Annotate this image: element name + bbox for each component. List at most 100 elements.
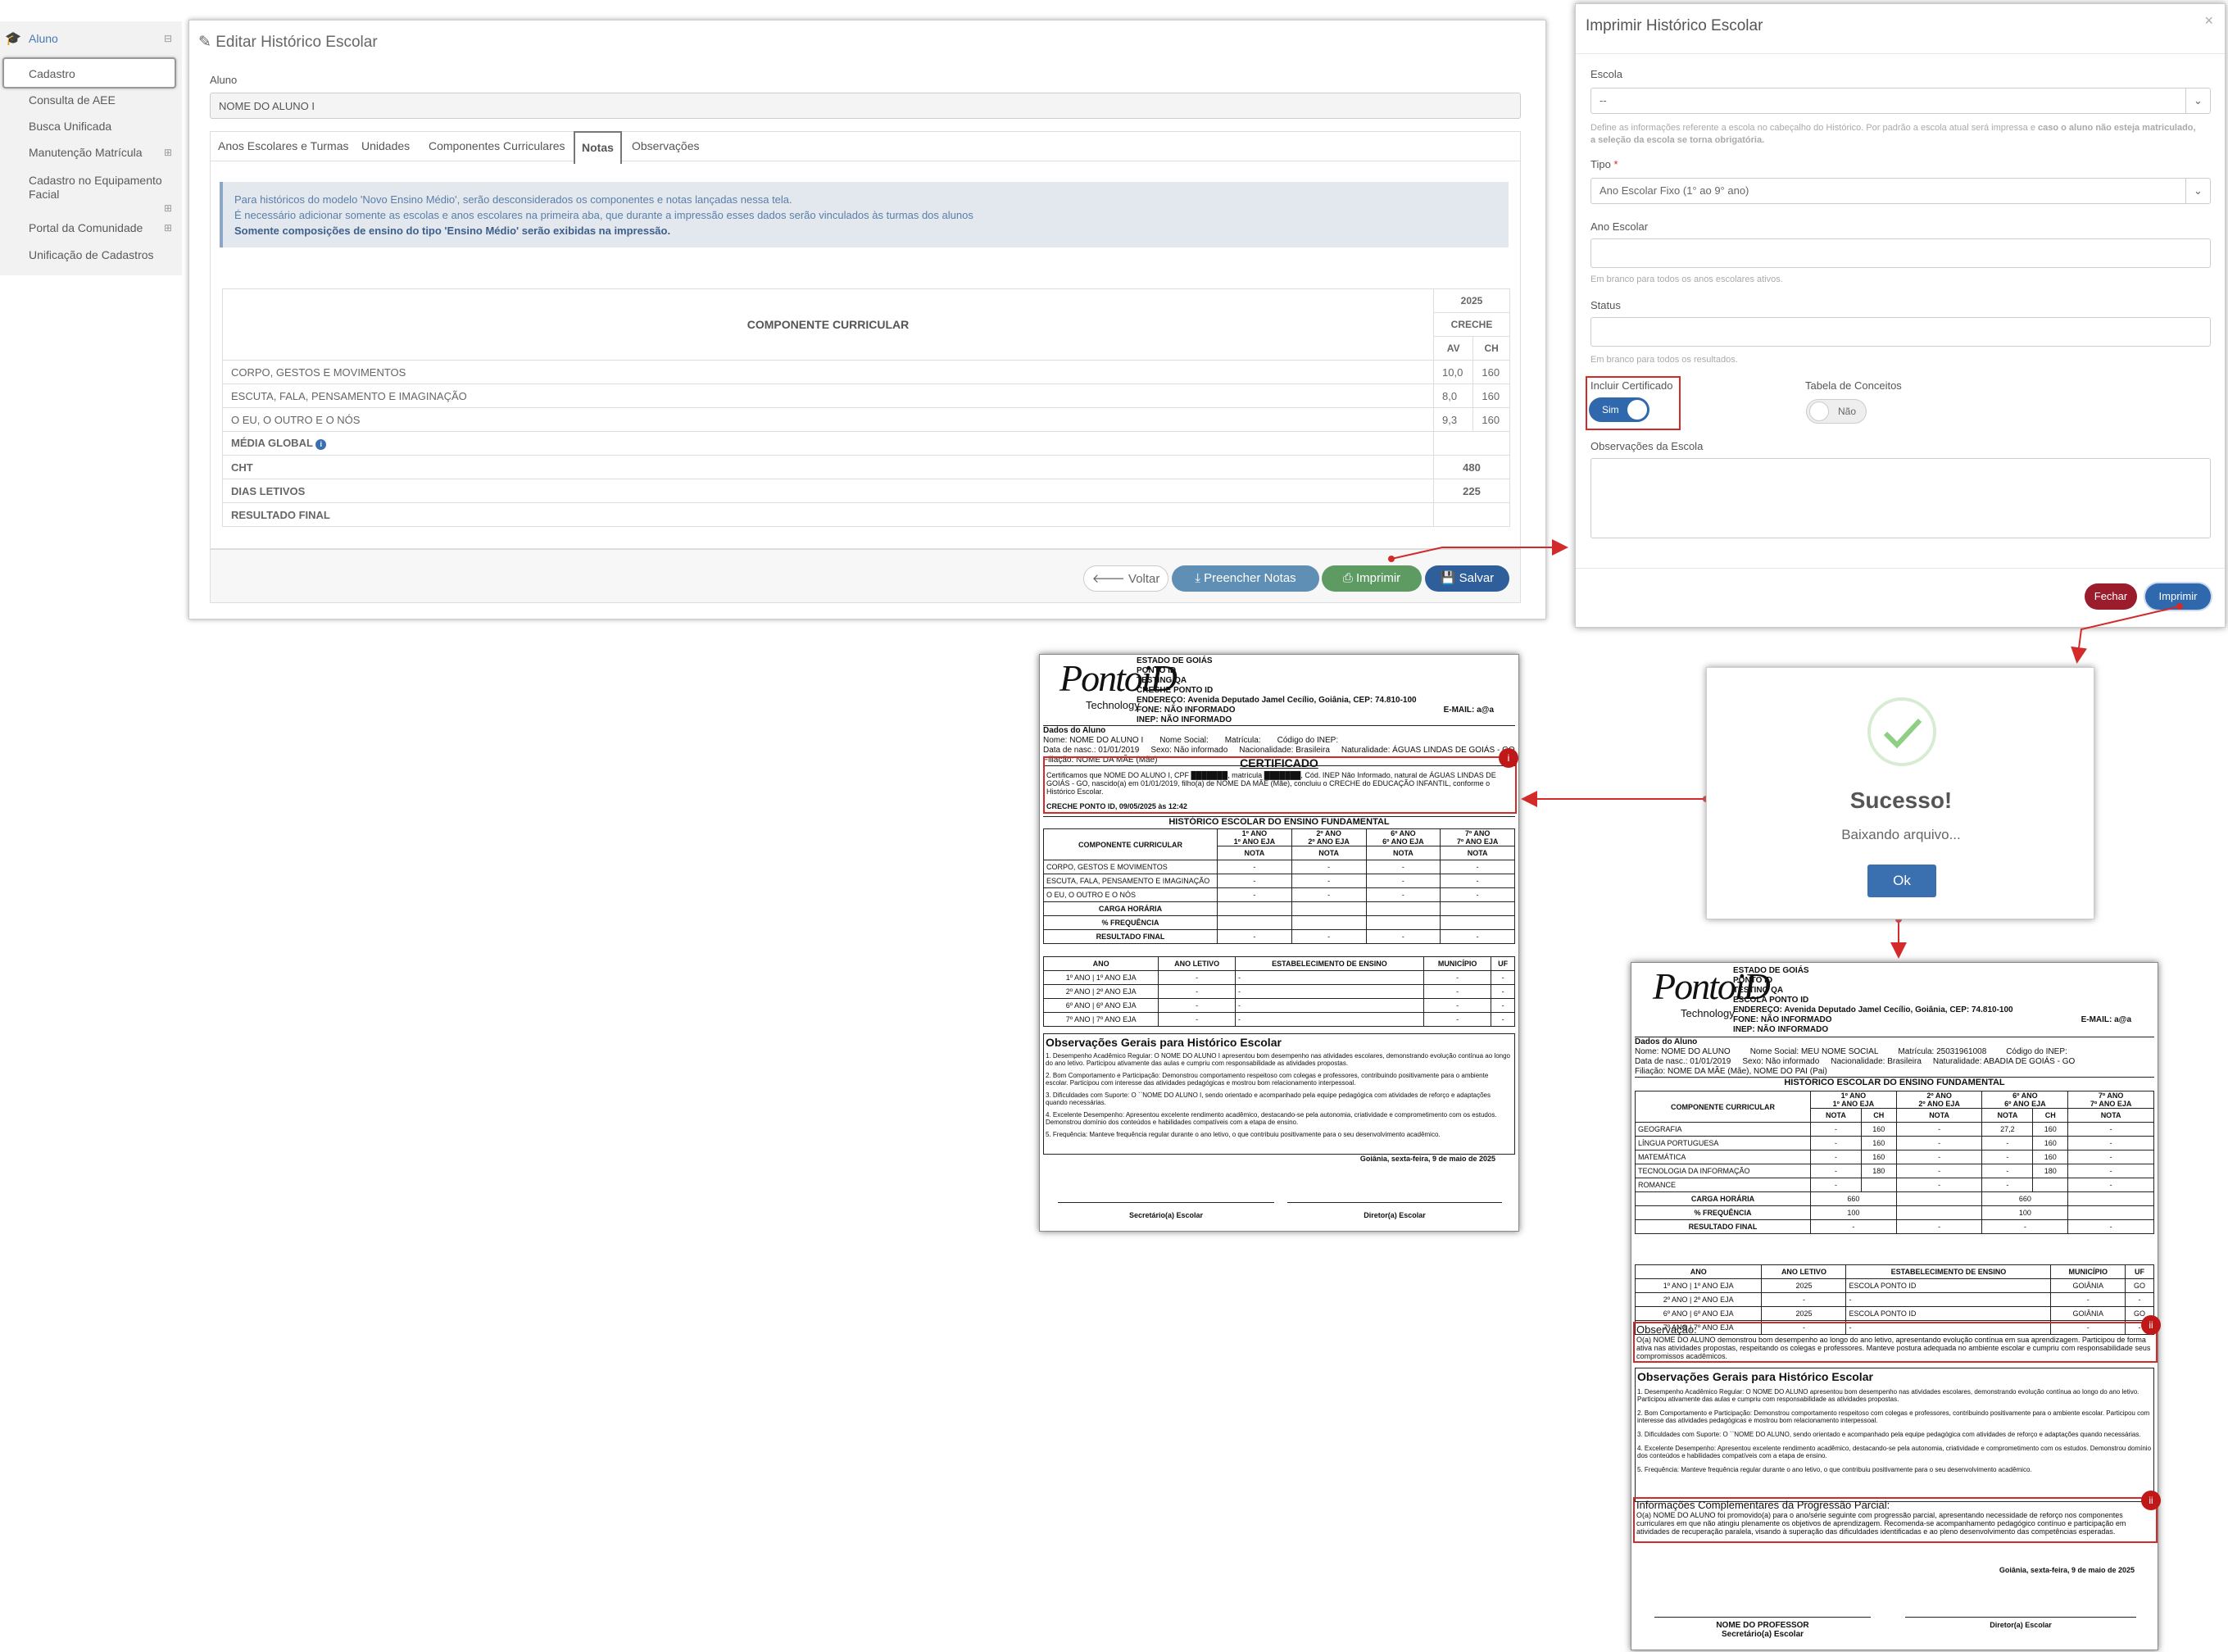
- header-line: INEP: NÃO INFORMADO: [1137, 715, 1232, 724]
- obs-item: 3. Dificuldades com Suporte: O ``NOME DO…: [1637, 1431, 2141, 1438]
- sig-professor: NOME DO PROFESSOR Secretário(a) Escolar: [1654, 1617, 1871, 1639]
- sig-secretario: Secretário(a) Escolar: [1058, 1202, 1274, 1219]
- cell: 660: [1981, 1191, 2069, 1206]
- table-row: MATEMÁTICA -160- -160-: [1635, 1150, 2154, 1164]
- cell: -: [1895, 1150, 1983, 1164]
- ano-cell: 6º ANO | 6º ANO EJA: [1634, 1306, 1763, 1321]
- cell: [2032, 1178, 2069, 1192]
- ch-header: CH: [1860, 1108, 1897, 1123]
- header-line: ESTADO DE GOIÁS: [1733, 966, 1809, 975]
- ano-cell: 1º ANO | 1º ANO EJA: [1634, 1278, 1763, 1293]
- cell: -: [2067, 1122, 2154, 1137]
- cell: -: [1158, 1012, 1236, 1027]
- cell: 27,2: [1981, 1122, 2034, 1137]
- col-header: 2º ANO 2º ANO EJA: [1895, 1091, 1983, 1109]
- cell: -: [2067, 1136, 2154, 1150]
- cell: [1895, 1205, 1983, 1220]
- cell: 160: [1860, 1136, 1897, 1150]
- cell: 100: [1981, 1205, 2069, 1220]
- cell: -: [1234, 998, 1424, 1013]
- anos-header: ANO LETIVO: [1761, 1264, 1847, 1279]
- doc2-hist-table: COMPONENTE CURRICULAR 1º ANO 1º ANO EJA 2º…: [1635, 1091, 2154, 1234]
- school-header: ESTADO DE GOIÁS PONTO ID TESTING QA ESCOLA …: [1733, 966, 2151, 1035]
- nota-header: NOTA: [1217, 846, 1292, 860]
- cell: -: [1423, 970, 1492, 985]
- dados-field: Código do INEP:: [2006, 1047, 2067, 1056]
- dados-field: Nacionalidade: Brasileira: [1831, 1057, 1922, 1066]
- cell: -: [1365, 874, 1441, 888]
- school-header: ESTADO DE GOIÁS PONTO ID TESTING QA CRECHE …: [1137, 656, 1513, 725]
- cell: -: [1291, 860, 1367, 874]
- cell: -: [1810, 1164, 1862, 1178]
- anos-header: MUNICÍPIO: [1423, 956, 1492, 971]
- cell: -: [1491, 970, 1515, 985]
- cell: 160: [1860, 1122, 1897, 1137]
- anos-header: UF: [2125, 1264, 2154, 1279]
- cell: -: [1440, 887, 1515, 902]
- cell: -: [1365, 929, 1441, 944]
- row-name: TECNOLOGIA DA INFORMAÇÃO: [1635, 1164, 1811, 1178]
- cell: -: [1895, 1122, 1983, 1137]
- doc2-progressao: Informações Complementares da Progressão…: [1636, 1499, 2153, 1536]
- cell: -: [1234, 984, 1424, 999]
- badge-i: i: [1499, 748, 1518, 768]
- cell: -: [1234, 970, 1424, 985]
- dados-field: Nome Social:: [1159, 736, 1209, 745]
- cell: -: [1440, 860, 1515, 874]
- header-line: ESCOLA PONTO ID: [1733, 996, 1809, 1005]
- table-row: TECNOLOGIA DA INFORMAÇÃO -180- -180-: [1635, 1164, 2154, 1178]
- cert-text: Certificamos que NOME DO ALUNO I, CPF ██…: [1046, 771, 1496, 796]
- table-row: LÍNGUA PORTUGUESA -160- -160-: [1635, 1136, 2154, 1150]
- check-circle-icon: [1867, 697, 1936, 766]
- dados-field: Data de nasc.: 01/01/2019: [1635, 1057, 1731, 1066]
- col-header: 1º ANO 1º ANO EJA: [1810, 1091, 1897, 1109]
- ano-cell: 2º ANO | 2º ANO EJA: [1634, 1292, 1763, 1307]
- header-line: ENDEREÇO: Avenida Deputado Jamel Cecílio…: [1137, 696, 1417, 705]
- cert-title: CERTIFICADO: [1240, 756, 1318, 769]
- obs-title: Observações Gerais para Histórico Escola…: [1046, 1036, 1282, 1049]
- cell: -: [1217, 929, 1292, 944]
- cell: -: [1981, 1178, 2034, 1192]
- dados-field: Nome: NOME DO ALUNO: [1635, 1047, 1731, 1056]
- col-header: 7º ANO 7º ANO EJA: [1440, 828, 1515, 846]
- nota-header: NOTA: [1291, 846, 1367, 860]
- dados-field: Naturalidade: ABADIA DE GOIÁS - GO: [1932, 1057, 2076, 1066]
- doc2-obs-box: Observações Gerais para Histórico Escola…: [1635, 1368, 2154, 1502]
- ano-cell: 1º ANO | 1º ANO EJA: [1042, 970, 1159, 985]
- cell: -: [1491, 998, 1515, 1013]
- col-header: 7º ANO 7º ANO EJA: [2067, 1091, 2154, 1109]
- progressao-text: O(a) NOME DO ALUNO foi promovido(a) para…: [1636, 1511, 2126, 1536]
- dados-field: Naturalidade: ÁGUAS LINDAS DE GOIÁS - GO: [1341, 746, 1515, 755]
- dados-field: Código do INEP:: [1277, 736, 1339, 745]
- cell: 2025: [1761, 1278, 1847, 1293]
- cell: ESCOLA PONTO ID: [1845, 1278, 2052, 1293]
- ano-cell: 7º ANO | 7º ANO EJA: [1042, 1012, 1159, 1027]
- dados-title: Dados do Aluno: [1043, 726, 1106, 735]
- nota-header: NOTA: [1440, 846, 1515, 860]
- cell: [2067, 1205, 2154, 1220]
- hist-title: HISTÓRICO ESCOLAR DO ENSINO FUNDAMENTAL: [1784, 1078, 2005, 1087]
- cell: -: [2125, 1292, 2154, 1307]
- ok-button[interactable]: Ok: [1867, 865, 1936, 897]
- cell: 180: [1860, 1164, 1897, 1178]
- doc1-hist-table: COMPONENTE CURRICULAR 1º ANO 1º ANO EJA 2º…: [1043, 828, 1515, 944]
- cell: -: [1217, 874, 1292, 888]
- cell: -: [1845, 1292, 2052, 1307]
- sum-label: RESULTADO FINAL: [1635, 1219, 1811, 1234]
- obs-item: 5. Frequência: Manteve frequência regula…: [1046, 1131, 1441, 1138]
- badge-ii: ii: [2141, 1491, 2161, 1510]
- header-line: CRECHE PONTO ID: [1137, 686, 1214, 695]
- arrow-imprimir-to-modal: [1391, 539, 1568, 560]
- doc1-anos-table: ANO ANO LETIVO ESTABELECIMENTO DE ENSINO MU…: [1042, 956, 1515, 1027]
- cell: [1860, 1178, 1897, 1192]
- pdf-preview-historico: PontoiD Technology ESTADO DE GOIÁS PONTO …: [1631, 962, 2161, 1650]
- cell: -: [1761, 1292, 1847, 1307]
- cell: -: [1810, 1178, 1862, 1192]
- cell: 180: [2032, 1164, 2069, 1178]
- doc1-obs-box: Observações Gerais para Histórico Escola…: [1043, 1033, 1515, 1155]
- sum-label: CARGA HORÁRIA: [1043, 901, 1218, 916]
- cell: ESCOLA PONTO ID: [1845, 1306, 2052, 1321]
- ch-header: CH: [2032, 1108, 2069, 1123]
- cell: -: [1291, 887, 1367, 902]
- table-row: ESCUTA, FALA, PENSAMENTO E IMAGINAÇÃO - - -…: [1043, 874, 1515, 888]
